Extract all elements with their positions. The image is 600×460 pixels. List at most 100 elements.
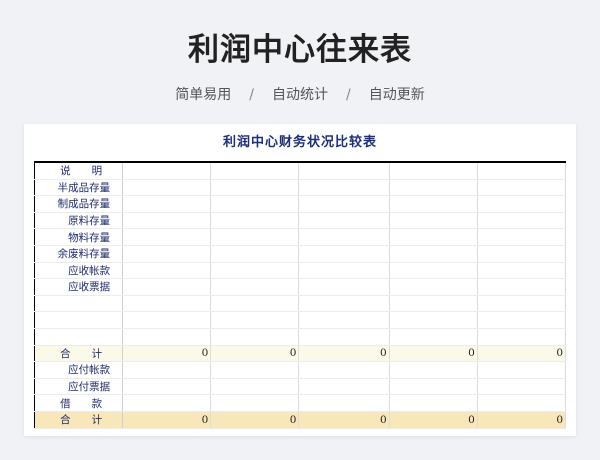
- row-label[interactable]: [34, 295, 124, 313]
- cell[interactable]: 0: [210, 345, 300, 363]
- row-label[interactable]: 应付帐款: [34, 361, 124, 379]
- cell[interactable]: [389, 278, 478, 296]
- cell[interactable]: [210, 228, 300, 246]
- table-row: 应收帐款: [34, 262, 567, 280]
- total-row: 合 计00000: [34, 345, 567, 363]
- cell[interactable]: [122, 295, 212, 313]
- cell[interactable]: [122, 245, 212, 263]
- row-label[interactable]: 合 计: [34, 345, 124, 363]
- cell[interactable]: [210, 262, 300, 280]
- cell[interactable]: [298, 179, 390, 197]
- cell[interactable]: [210, 212, 300, 230]
- cell[interactable]: [122, 179, 212, 197]
- cell[interactable]: [389, 378, 478, 396]
- row-label[interactable]: 余废料存量: [34, 245, 124, 263]
- cell[interactable]: [298, 262, 390, 280]
- cell[interactable]: [298, 195, 390, 213]
- cell[interactable]: [298, 278, 390, 296]
- cell[interactable]: [477, 179, 567, 197]
- cell[interactable]: [122, 195, 212, 213]
- cell[interactable]: [477, 245, 567, 263]
- cell[interactable]: [298, 378, 390, 396]
- row-label[interactable]: 物料存量: [34, 228, 124, 246]
- cell[interactable]: [389, 295, 478, 313]
- cell[interactable]: [210, 179, 300, 197]
- cell[interactable]: [298, 245, 390, 263]
- cell[interactable]: [210, 162, 300, 180]
- cell[interactable]: [210, 378, 300, 396]
- cell[interactable]: [210, 278, 300, 296]
- cell[interactable]: [122, 212, 212, 230]
- cell[interactable]: [122, 228, 212, 246]
- cell[interactable]: 0: [389, 411, 478, 429]
- cell[interactable]: [389, 262, 478, 280]
- cell[interactable]: [122, 278, 212, 296]
- cell[interactable]: 0: [389, 345, 478, 363]
- cell[interactable]: [298, 311, 390, 329]
- comparison-table: 说 明半成品存量 制成品存量 原料存量 物料存量 余废料存量 应收帐款 应收票据合 计000…: [34, 161, 567, 429]
- cell[interactable]: [389, 228, 478, 246]
- cell[interactable]: [389, 311, 478, 329]
- cell[interactable]: [389, 179, 478, 197]
- row-label[interactable]: 应付票据: [34, 378, 124, 396]
- cell[interactable]: [122, 378, 212, 396]
- cell[interactable]: [122, 162, 212, 180]
- row-label[interactable]: [34, 311, 124, 329]
- cell[interactable]: [298, 394, 390, 412]
- cell[interactable]: [122, 361, 212, 379]
- separator: /: [346, 87, 351, 103]
- cell[interactable]: [210, 311, 300, 329]
- cell[interactable]: [298, 212, 390, 230]
- row-label[interactable]: 应收帐款: [34, 262, 124, 280]
- row-label[interactable]: 说 明: [34, 162, 124, 180]
- cell[interactable]: [389, 361, 478, 379]
- row-label[interactable]: 半成品存量: [34, 179, 124, 197]
- row-label[interactable]: [34, 328, 124, 346]
- cell[interactable]: [477, 394, 567, 412]
- cell[interactable]: [477, 361, 567, 379]
- cell[interactable]: [389, 195, 478, 213]
- cell[interactable]: 0: [122, 411, 212, 429]
- row-label[interactable]: 原料存量: [34, 212, 124, 230]
- cell[interactable]: 0: [298, 345, 390, 363]
- cell[interactable]: [298, 228, 390, 246]
- cell[interactable]: [477, 212, 567, 230]
- cell[interactable]: [298, 295, 390, 313]
- cell[interactable]: [477, 295, 567, 313]
- cell[interactable]: [477, 278, 567, 296]
- cell[interactable]: [210, 245, 300, 263]
- cell[interactable]: 0: [477, 345, 567, 363]
- cell[interactable]: [389, 245, 478, 263]
- cell[interactable]: [122, 262, 212, 280]
- row-label[interactable]: 合 计: [34, 411, 124, 429]
- cell[interactable]: [477, 378, 567, 396]
- cell[interactable]: [210, 361, 300, 379]
- cell[interactable]: 0: [477, 411, 567, 429]
- row-label[interactable]: 借 款: [34, 394, 124, 412]
- cell[interactable]: [477, 162, 567, 180]
- cell[interactable]: 0: [210, 411, 300, 429]
- cell[interactable]: [210, 328, 300, 346]
- cell[interactable]: [210, 394, 300, 412]
- cell[interactable]: [477, 311, 567, 329]
- cell[interactable]: [122, 311, 212, 329]
- cell[interactable]: [477, 328, 567, 346]
- cell[interactable]: 0: [122, 345, 212, 363]
- cell[interactable]: [477, 228, 567, 246]
- cell[interactable]: [122, 328, 212, 346]
- cell[interactable]: [389, 162, 478, 180]
- cell[interactable]: [210, 295, 300, 313]
- cell[interactable]: [298, 361, 390, 379]
- cell[interactable]: [298, 328, 390, 346]
- cell[interactable]: [389, 212, 478, 230]
- cell[interactable]: [477, 262, 567, 280]
- cell[interactable]: [477, 195, 567, 213]
- cell[interactable]: 0: [298, 411, 390, 429]
- cell[interactable]: [210, 195, 300, 213]
- cell[interactable]: [389, 328, 478, 346]
- cell[interactable]: [122, 394, 212, 412]
- row-label[interactable]: 应收票据: [34, 278, 124, 296]
- cell[interactable]: [389, 394, 478, 412]
- cell[interactable]: [298, 162, 390, 180]
- row-label[interactable]: 制成品存量: [34, 195, 124, 213]
